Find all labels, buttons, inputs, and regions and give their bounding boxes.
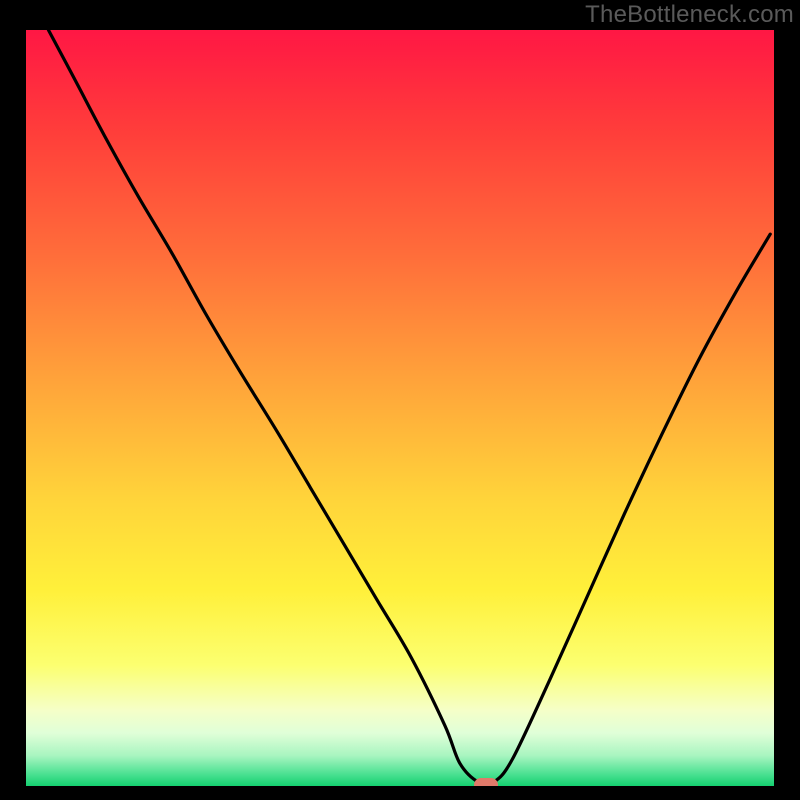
chart-svg [0, 0, 800, 800]
watermark-label: TheBottleneck.com [585, 1, 794, 29]
chart-frame-bottom [0, 786, 800, 800]
chart-background [26, 30, 774, 786]
chart-frame-right [774, 0, 800, 800]
chart-frame-left [0, 0, 26, 800]
bottleneck-chart: TheBottleneck.com [0, 0, 800, 800]
